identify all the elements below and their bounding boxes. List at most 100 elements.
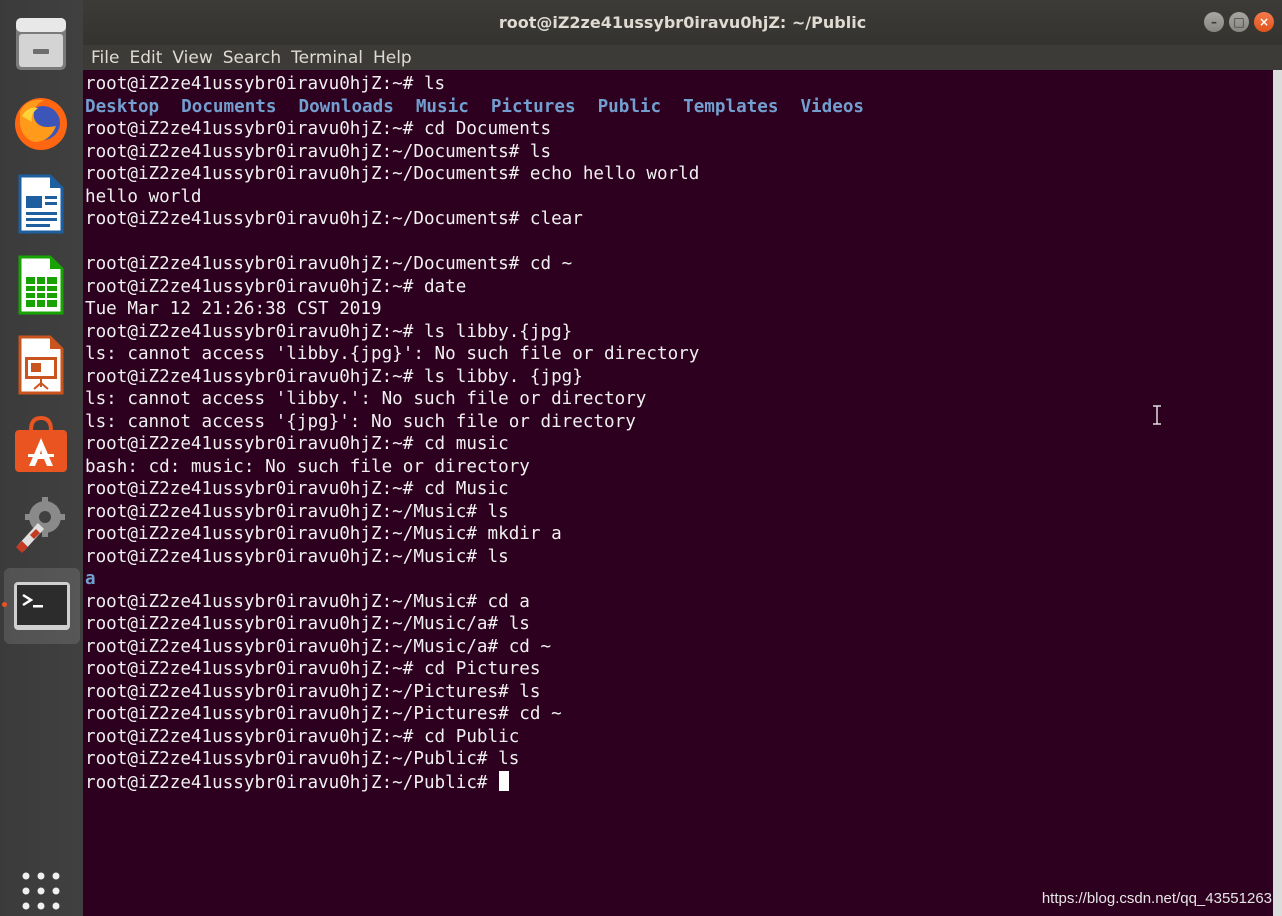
terminal-text: root@iZ2ze41ussybr0iravu0hjZ:~/Music# ls (85, 501, 509, 522)
close-button[interactable]: × (1254, 12, 1274, 32)
terminal-line: root@iZ2ze41ussybr0iravu0hjZ:~# ls (85, 73, 1273, 96)
directory-entry: Desktop (85, 96, 160, 117)
settings-icon[interactable] (12, 495, 70, 553)
window-controls: – □ × (1204, 12, 1274, 32)
terminal-text: root@iZ2ze41ussybr0iravu0hjZ:~/Documents… (85, 141, 552, 162)
terminal-line: root@iZ2ze41ussybr0iravu0hjZ:~/Pictures#… (85, 703, 1273, 726)
window-titlebar[interactable]: root@iZ2ze41ussybr0iravu0hjZ: ~/Public –… (83, 0, 1282, 45)
terminal-text: root@iZ2ze41ussybr0iravu0hjZ:~/Music/a# … (85, 636, 552, 657)
directory-entry: Templates (683, 96, 779, 117)
terminal-line: ls: cannot access 'libby.': No such file… (85, 388, 1273, 411)
terminal-output[interactable]: root@iZ2ze41ussybr0iravu0hjZ:~# ls Deskto… (83, 70, 1273, 916)
terminal-line: root@iZ2ze41ussybr0iravu0hjZ:~/Public# l… (85, 748, 1273, 771)
menu-help[interactable]: Help (373, 48, 412, 68)
terminal-text: root@iZ2ze41ussybr0iravu0hjZ:~# cd Publi… (85, 726, 520, 747)
terminal-text: root@iZ2ze41ussybr0iravu0hjZ:~/Music# cd… (85, 591, 530, 612)
terminal-text: root@iZ2ze41ussybr0iravu0hjZ:~# cd music (85, 434, 509, 454)
terminal-line: root@iZ2ze41ussybr0iravu0hjZ:~/Public# (85, 770, 1273, 794)
terminal-line: root@iZ2ze41ussybr0iravu0hjZ:~/Pictures#… (85, 681, 1273, 704)
terminal-text: ls: cannot access '{jpg}': No such file … (85, 411, 636, 432)
menu-edit[interactable]: Edit (129, 48, 162, 68)
directory-entry: Public (597, 96, 662, 117)
writer-icon[interactable] (12, 174, 70, 234)
terminal-text: root@iZ2ze41ussybr0iravu0hjZ:~# cd Music (85, 479, 509, 499)
maximize-button[interactable]: □ (1229, 12, 1249, 32)
running-indicator (2, 602, 7, 607)
terminal-text: root@iZ2ze41ussybr0iravu0hjZ:~/Documents… (85, 164, 700, 184)
files-icon[interactable] (12, 14, 70, 72)
terminal-line: root@iZ2ze41ussybr0iravu0hjZ:~/Music# ls (85, 501, 1273, 524)
terminal-text: root@iZ2ze41ussybr0iravu0hjZ:~/Music# ls (85, 546, 509, 567)
terminal-cursor (499, 770, 510, 791)
show-applications-icon[interactable] (21, 871, 61, 911)
terminal-line: root@iZ2ze41ussybr0iravu0hjZ:~/Music/a# … (85, 613, 1273, 636)
terminal-line: root@iZ2ze41ussybr0iravu0hjZ:~/Documents… (85, 163, 1273, 186)
software-center-icon[interactable] (12, 416, 70, 474)
directory-entry: Documents (181, 96, 277, 117)
terminal-text: root@iZ2ze41ussybr0iravu0hjZ:~/Music/a# … (85, 614, 530, 634)
watermark: https://blog.csdn.net/qq_43551263 (1041, 890, 1272, 907)
terminal-line: ls: cannot access '{jpg}': No such file … (85, 411, 1273, 434)
menu-file[interactable]: File (91, 48, 119, 68)
terminal-text: root@iZ2ze41ussybr0iravu0hjZ:~/Pictures#… (85, 704, 562, 724)
terminal-line: root@iZ2ze41ussybr0iravu0hjZ:~/Documents… (85, 253, 1273, 276)
terminal-line: root@iZ2ze41ussybr0iravu0hjZ:~/Music# ls (85, 546, 1273, 569)
terminal-line: root@iZ2ze41ussybr0iravu0hjZ:~# cd Docum… (85, 118, 1273, 141)
minimize-button[interactable]: – (1204, 12, 1224, 32)
terminal-text: root@iZ2ze41ussybr0iravu0hjZ:~# date (85, 276, 467, 297)
terminal-line: root@iZ2ze41ussybr0iravu0hjZ:~/Music# mk… (85, 523, 1273, 546)
terminal-window: root@iZ2ze41ussybr0iravu0hjZ: ~/Public –… (83, 0, 1282, 916)
directory-entry: Downloads (298, 96, 394, 117)
terminal-line: root@iZ2ze41ussybr0iravu0hjZ:~# date (85, 276, 1273, 299)
terminal-line: a (85, 568, 1273, 591)
terminal-line: root@iZ2ze41ussybr0iravu0hjZ:~# cd Publi… (85, 726, 1273, 749)
directory-entry: Pictures (490, 96, 576, 117)
terminal-line: bash: cd: music: No such file or directo… (85, 456, 1273, 479)
terminal-line: root@iZ2ze41ussybr0iravu0hjZ:~/Documents… (85, 141, 1273, 164)
terminal-text: ls: cannot access 'libby.{jpg}': No such… (85, 344, 700, 364)
terminal-text: root@iZ2ze41ussybr0iravu0hjZ:~# ls libby… (85, 366, 583, 387)
menu-search[interactable]: Search (223, 48, 281, 68)
scrollbar[interactable] (1273, 70, 1282, 916)
terminal-text: root@iZ2ze41ussybr0iravu0hjZ:~/Pictures#… (85, 681, 541, 702)
terminal-text: root@iZ2ze41ussybr0iravu0hjZ:~# ls libby… (85, 321, 573, 342)
terminal-text: root@iZ2ze41ussybr0iravu0hjZ:~/Music# mk… (85, 524, 562, 544)
terminal-line: root@iZ2ze41ussybr0iravu0hjZ:~# ls libby… (85, 366, 1273, 389)
calc-icon[interactable] (12, 255, 70, 315)
dock (0, 0, 84, 916)
text-cursor-icon (1153, 405, 1161, 425)
terminal-line: ls: cannot access 'libby.{jpg}': No such… (85, 343, 1273, 366)
terminal-text: ls: cannot access 'libby.': No such file… (85, 389, 647, 409)
terminal-text: root@iZ2ze41ussybr0iravu0hjZ:~/Documents… (85, 254, 573, 274)
terminal-text: hello world (85, 186, 202, 207)
directory-entry: Videos (800, 96, 865, 117)
terminal-text: root@iZ2ze41ussybr0iravu0hjZ:~# cd Docum… (85, 119, 552, 139)
terminal-line: Tue Mar 12 21:26:38 CST 2019 (85, 298, 1273, 321)
terminal-text: root@iZ2ze41ussybr0iravu0hjZ:~/Documents… (85, 209, 583, 229)
terminal-line: root@iZ2ze41ussybr0iravu0hjZ:~# cd Music (85, 478, 1273, 501)
directory-entry: Music (415, 96, 469, 117)
terminal-line: root@iZ2ze41ussybr0iravu0hjZ:~# ls libby… (85, 321, 1273, 344)
terminal-icon[interactable] (4, 568, 80, 644)
impress-icon[interactable] (12, 335, 70, 395)
terminal-text: root@iZ2ze41ussybr0iravu0hjZ:~# cd Pictu… (85, 659, 541, 679)
terminal-text: root@iZ2ze41ussybr0iravu0hjZ:~/Public# l… (85, 749, 520, 769)
desktop: root@iZ2ze41ussybr0iravu0hjZ: ~/Public –… (0, 0, 1282, 916)
menu-terminal[interactable]: Terminal (291, 48, 363, 68)
terminal-line: hello world (85, 186, 1273, 209)
terminal-text: bash: cd: music: No such file or directo… (85, 456, 530, 477)
terminal-line: root@iZ2ze41ussybr0iravu0hjZ:~# cd music (85, 433, 1273, 456)
terminal-line: root@iZ2ze41ussybr0iravu0hjZ:~/Documents… (85, 208, 1273, 231)
terminal-text: Tue Mar 12 21:26:38 CST 2019 (85, 299, 382, 319)
terminal-text: root@iZ2ze41ussybr0iravu0hjZ:~# ls (85, 74, 446, 94)
terminal-line: root@iZ2ze41ussybr0iravu0hjZ:~/Music# cd… (85, 591, 1273, 614)
shell-prompt: root@iZ2ze41ussybr0iravu0hjZ:~/Public# (85, 772, 499, 793)
terminal-line: root@iZ2ze41ussybr0iravu0hjZ:~/Music/a# … (85, 636, 1273, 659)
terminal-line: Desktop Documents Downloads Music Pictures Pu… (85, 96, 1273, 119)
directory-entry: a (85, 569, 96, 589)
firefox-icon[interactable] (12, 94, 70, 152)
window-title: root@iZ2ze41ussybr0iravu0hjZ: ~/Public (498, 13, 867, 32)
terminal-line: root@iZ2ze41ussybr0iravu0hjZ:~# cd Pictu… (85, 658, 1273, 681)
menu-view[interactable]: View (172, 48, 212, 68)
